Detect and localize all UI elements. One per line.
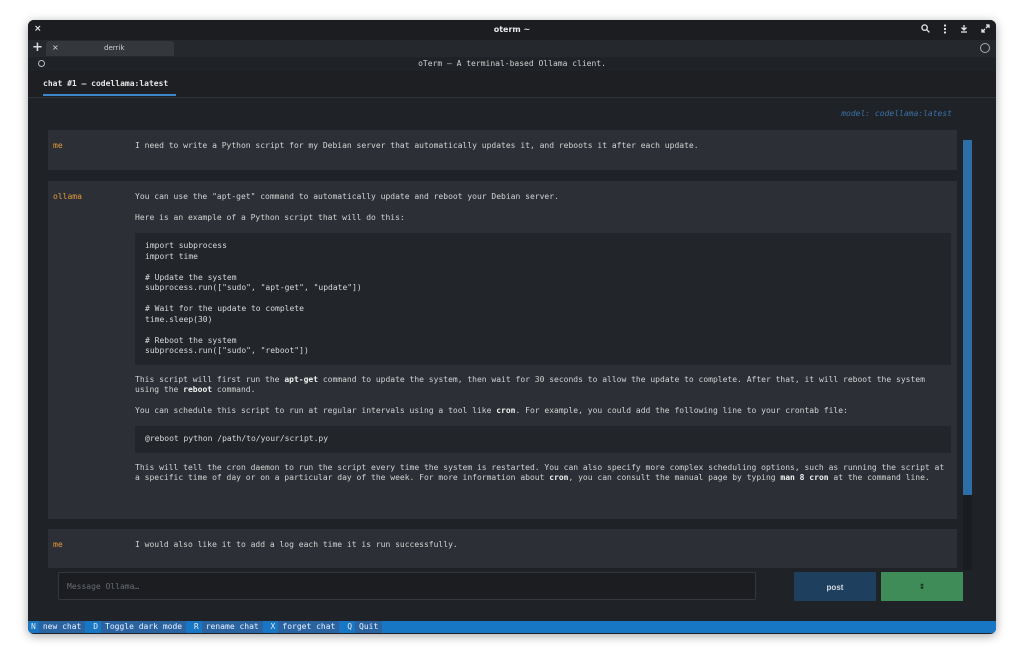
tab-menu-icon[interactable] (980, 43, 990, 53)
active-tab-underline (43, 94, 176, 96)
message-text: I need to write a Python script for my D… (135, 141, 699, 150)
keybinding-key: Q (347, 622, 353, 631)
paragraph: This will tell the cron daemon to run th… (135, 462, 945, 483)
keybinding-key: D (93, 622, 99, 631)
minimize-icon[interactable] (960, 24, 968, 37)
terminal-tab-bar: + × derrik (28, 40, 996, 57)
model-label: model: codellama:latest (841, 109, 952, 118)
chat-scrollbar[interactable] (963, 140, 972, 570)
paragraph: You can use the "apt-get" command to aut… (135, 192, 559, 201)
message-user: me I would also like it to add a log eac… (48, 529, 957, 568)
keybinding-forget-chat[interactable]: forget chat (278, 621, 340, 633)
message-text: I would also like it to add a log each t… (135, 540, 458, 549)
keybinding-toggle-dark-mode[interactable]: Toggle dark mode (101, 621, 187, 633)
window-title: oterm ~ (493, 25, 531, 34)
search-icon[interactable] (921, 24, 930, 37)
code-block: @reboot python /path/to/your/script.py (135, 426, 951, 453)
app-header: oTerm – A terminal-based Ollama client. (28, 57, 996, 71)
keybinding-new-chat[interactable]: new chat (38, 621, 86, 633)
code-block: import subprocess import time # Update t… (135, 233, 951, 365)
up-down-arrows-icon: ↕ (918, 581, 926, 592)
message-content: You can use the "apt-get" command to aut… (135, 192, 951, 494)
app-title: oTerm – A terminal-based Ollama client. (418, 59, 606, 68)
title-bar: × oterm ~ (28, 20, 996, 40)
key-bindings-footer: Nnew chat D Toggle dark mode Rrename chat… (28, 621, 996, 633)
terminal-window: × oterm ~ + × derrik oTerm – A terminal- (28, 20, 996, 634)
terminal-tab-label: derrik (104, 44, 125, 52)
tab-chat-1[interactable]: chat #1 – codellama:latest (43, 79, 168, 88)
chat-container: model: codellama:latest me I need to wri… (28, 98, 996, 570)
keybinding-rename-chat[interactable]: rename chat (201, 621, 263, 633)
terminal-tab[interactable]: × derrik (46, 41, 174, 56)
message-user: me I need to write a Python script for m… (48, 130, 957, 170)
paragraph: This script will first run the apt-get c… (135, 374, 925, 395)
maximize-icon[interactable] (981, 24, 990, 37)
post-button[interactable]: post (794, 572, 876, 601)
paragraph: You can schedule this script to run at r… (135, 405, 848, 415)
message-author: me (53, 141, 63, 150)
close-tab-icon[interactable]: × (52, 43, 59, 52)
scrollbar-thumb[interactable] (963, 140, 972, 495)
message-author: me (53, 540, 63, 549)
message-author: ollama (53, 192, 82, 201)
kebab-menu-icon[interactable] (943, 24, 947, 37)
keybinding-key: N (31, 622, 36, 631)
message-input[interactable] (58, 572, 756, 600)
chat-tab-bar: chat #1 – codellama:latest (28, 71, 996, 98)
keybinding-quit[interactable]: Quit (355, 621, 383, 633)
expand-toggle-button[interactable]: ↕ (881, 572, 963, 601)
keybinding-key: R (193, 622, 199, 631)
paragraph: Here is an example of a Python script th… (135, 212, 405, 222)
keybinding-key: X (270, 622, 276, 631)
composer: post ↕ (48, 572, 965, 610)
message-assistant: ollama You can use the "apt-get" command… (48, 181, 957, 519)
new-tab-button[interactable]: + (32, 41, 43, 55)
